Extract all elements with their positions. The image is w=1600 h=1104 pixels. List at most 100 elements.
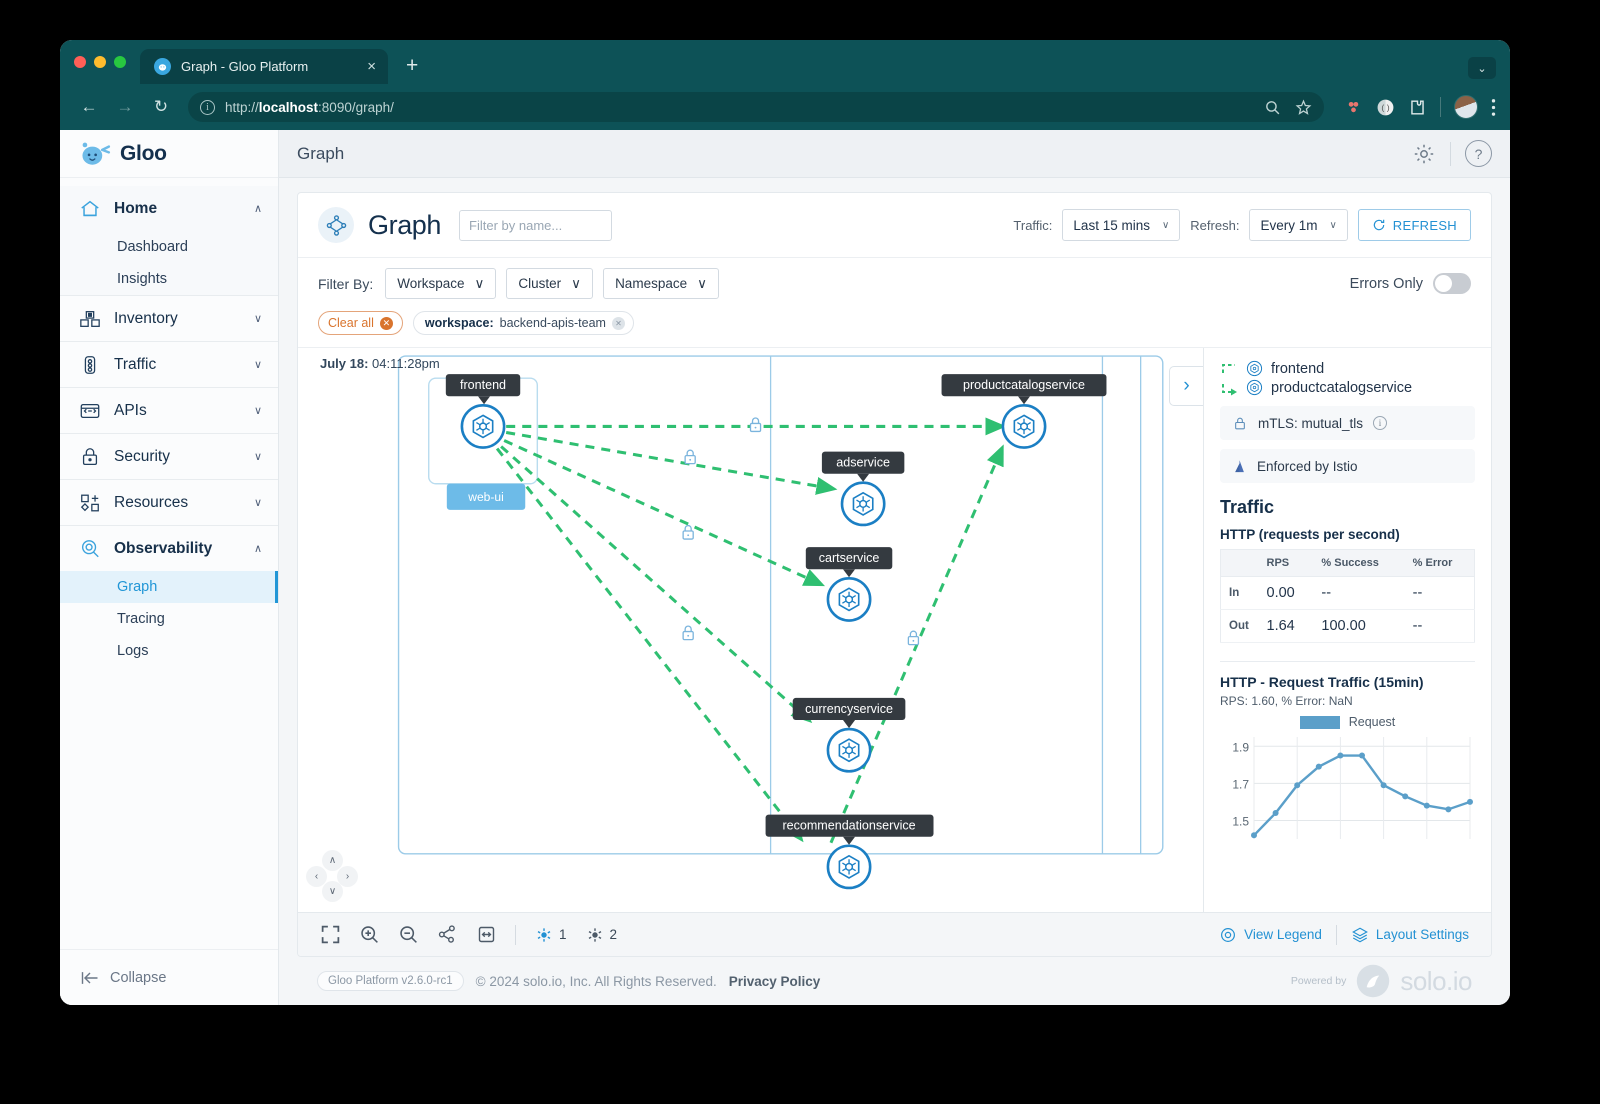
workspace-filter-chip: workspace: backend-apis-team ✕ (412, 311, 634, 335)
minimize-window-button[interactable] (94, 56, 106, 68)
sidebar-brand[interactable]: Gloo (60, 130, 278, 178)
refresh-button[interactable]: REFRESH (1357, 209, 1471, 241)
browser-tab-strip: Graph - Gloo Platform × + ⌄ (60, 40, 1510, 84)
gear-icon[interactable] (1412, 142, 1436, 166)
extension-dots-icon[interactable] (1344, 98, 1363, 117)
search-input[interactable] (469, 217, 646, 233)
layout-settings-label: Layout Settings (1375, 927, 1469, 942)
view-legend-label: View Legend (1244, 927, 1322, 942)
sidebar-item-graph[interactable]: Graph (60, 571, 278, 603)
filter-namespace-button[interactable]: Namespace ∨ (603, 268, 719, 299)
browser-tab-title: Graph - Gloo Platform (181, 59, 309, 74)
node-active-icon (537, 927, 551, 942)
chart-point (1445, 806, 1452, 813)
new-tab-button[interactable]: + (406, 54, 418, 78)
filter-cluster-button[interactable]: Cluster ∨ (506, 268, 594, 299)
zoom-out-icon[interactable] (398, 924, 419, 945)
browser-tab[interactable]: Graph - Gloo Platform × (140, 49, 388, 84)
solo-brand-label: solo.io (1400, 965, 1472, 996)
graph-canvas[interactable]: July 18: 04:11:28pm web-ui frontend prod… (298, 348, 1203, 912)
chart-point (1294, 782, 1301, 789)
group-label-web-ui: web-ui (467, 490, 504, 504)
view-legend-button[interactable]: View Legend (1219, 926, 1322, 944)
pan-controls[interactable]: ∧ ∨ ‹ › (306, 850, 358, 902)
graph-layout-icon[interactable] (437, 924, 458, 945)
chevron-down-icon: ∨ (571, 275, 582, 291)
address-bar[interactable]: i http://localhost:8090/graph/ (188, 92, 1324, 122)
clear-all-chip[interactable]: Clear all ✕ (318, 311, 403, 335)
help-button[interactable]: ? (1465, 140, 1492, 167)
bookmark-star-icon[interactable] (1295, 98, 1312, 116)
browser-toolbar: ← → ↻ i http://localhost:8090/graph/ ( ) (60, 84, 1510, 130)
privacy-policy-link[interactable]: Privacy Policy (729, 974, 821, 989)
fit-screen-icon[interactable] (320, 924, 341, 945)
extensions-puzzle-icon[interactable] (1408, 98, 1427, 117)
sidebar-collapse-button[interactable]: Collapse (60, 949, 278, 1005)
node-productcatalogservice (1001, 404, 1047, 449)
sidebar-item-tracing[interactable]: Tracing (60, 603, 278, 635)
sidebar-item-logs[interactable]: Logs (60, 635, 278, 667)
sidebar-label: APIs (114, 401, 147, 419)
chrome-menu-icon[interactable] (1491, 98, 1496, 117)
profile-circle-icon[interactable]: ( ) (1376, 98, 1395, 117)
close-window-button[interactable] (74, 56, 86, 68)
chevron-down-icon: ∨ (1161, 219, 1170, 231)
sidebar-subitems-home: Dashboard Insights (60, 231, 278, 295)
close-icon[interactable]: ✕ (379, 316, 393, 330)
cell-error: -- (1404, 576, 1475, 610)
sidebar-item-security[interactable]: Security ∨ (60, 434, 278, 479)
pan-right-button[interactable]: › (337, 866, 358, 887)
maximize-window-button[interactable] (114, 56, 126, 68)
site-info-icon[interactable]: i (200, 99, 215, 115)
clear-all-label: Clear all (328, 316, 374, 330)
sidebar-item-inventory[interactable]: Inventory ∨ (60, 296, 278, 341)
application-root: Gloo Home ∧ Dashboard Insights Inventory… (60, 130, 1510, 1005)
cell-rps: 0.00 (1258, 576, 1314, 610)
search-icon[interactable] (1264, 99, 1281, 116)
sidebar-subitems-observability: Graph Tracing Logs (60, 571, 278, 667)
back-button[interactable]: ← (74, 92, 104, 122)
forward-button[interactable]: → (110, 92, 140, 122)
chart-point (1251, 832, 1257, 839)
errors-only-toggle[interactable] (1433, 273, 1471, 294)
sidebar-label: Resources (114, 493, 189, 511)
sidebar-item-insights[interactable]: Insights (60, 263, 278, 295)
info-icon[interactable]: i (1373, 416, 1388, 430)
traffic-light-icon (78, 353, 101, 376)
service-graph-svg[interactable]: web-ui frontend productcatalogservice ad… (298, 348, 1203, 912)
mtls-lock-icon (907, 630, 920, 646)
chart-point (1272, 810, 1279, 817)
sidebar-item-resources[interactable]: Resources ∨ (60, 480, 278, 525)
fit-width-icon[interactable] (476, 924, 497, 945)
window-controls[interactable] (74, 40, 140, 84)
detail-panel-toggle[interactable]: › (1169, 366, 1203, 406)
reload-button[interactable]: ↻ (146, 92, 176, 122)
sidebar-item-traffic[interactable]: Traffic ∨ (60, 342, 278, 387)
inactive-nodes-count[interactable]: 2 (585, 925, 617, 945)
active-count-label: 1 (559, 927, 567, 942)
layout-settings-button[interactable]: Layout Settings (1351, 926, 1469, 944)
close-tab-icon[interactable]: × (367, 59, 376, 74)
traffic-range-value: Last 15 mins (1073, 217, 1150, 233)
sidebar-item-apis[interactable]: APIs ∨ (60, 388, 278, 433)
mtls-lock-icon (749, 417, 762, 433)
pan-left-button[interactable]: ‹ (306, 866, 327, 887)
graph-search-box[interactable] (459, 209, 646, 241)
chevron-down-icon: ∨ (253, 405, 262, 417)
remove-chip-icon[interactable]: ✕ (611, 316, 625, 330)
filter-workspace-button[interactable]: Workspace ∨ (385, 268, 497, 299)
chart-point (1467, 798, 1473, 805)
sidebar-item-home[interactable]: Home ∧ (60, 186, 278, 231)
chevron-down-icon[interactable]: ⌄ (1468, 57, 1496, 79)
zoom-in-icon[interactable] (359, 924, 380, 945)
url-host: localhost (258, 99, 319, 115)
sidebar-item-dashboard[interactable]: Dashboard (60, 231, 278, 263)
browser-profile-avatar[interactable] (1454, 95, 1478, 119)
lock-icon (1235, 417, 1245, 429)
traffic-range-select[interactable]: Last 15 mins ∨ (1062, 209, 1181, 241)
refresh-interval-select[interactable]: Every 1m ∨ (1249, 209, 1348, 241)
shapes-icon (78, 491, 101, 514)
sidebar-label: Inventory (114, 309, 178, 327)
active-nodes-count[interactable]: 1 (534, 925, 567, 945)
sidebar-item-observability[interactable]: Observability ∧ (60, 526, 278, 571)
